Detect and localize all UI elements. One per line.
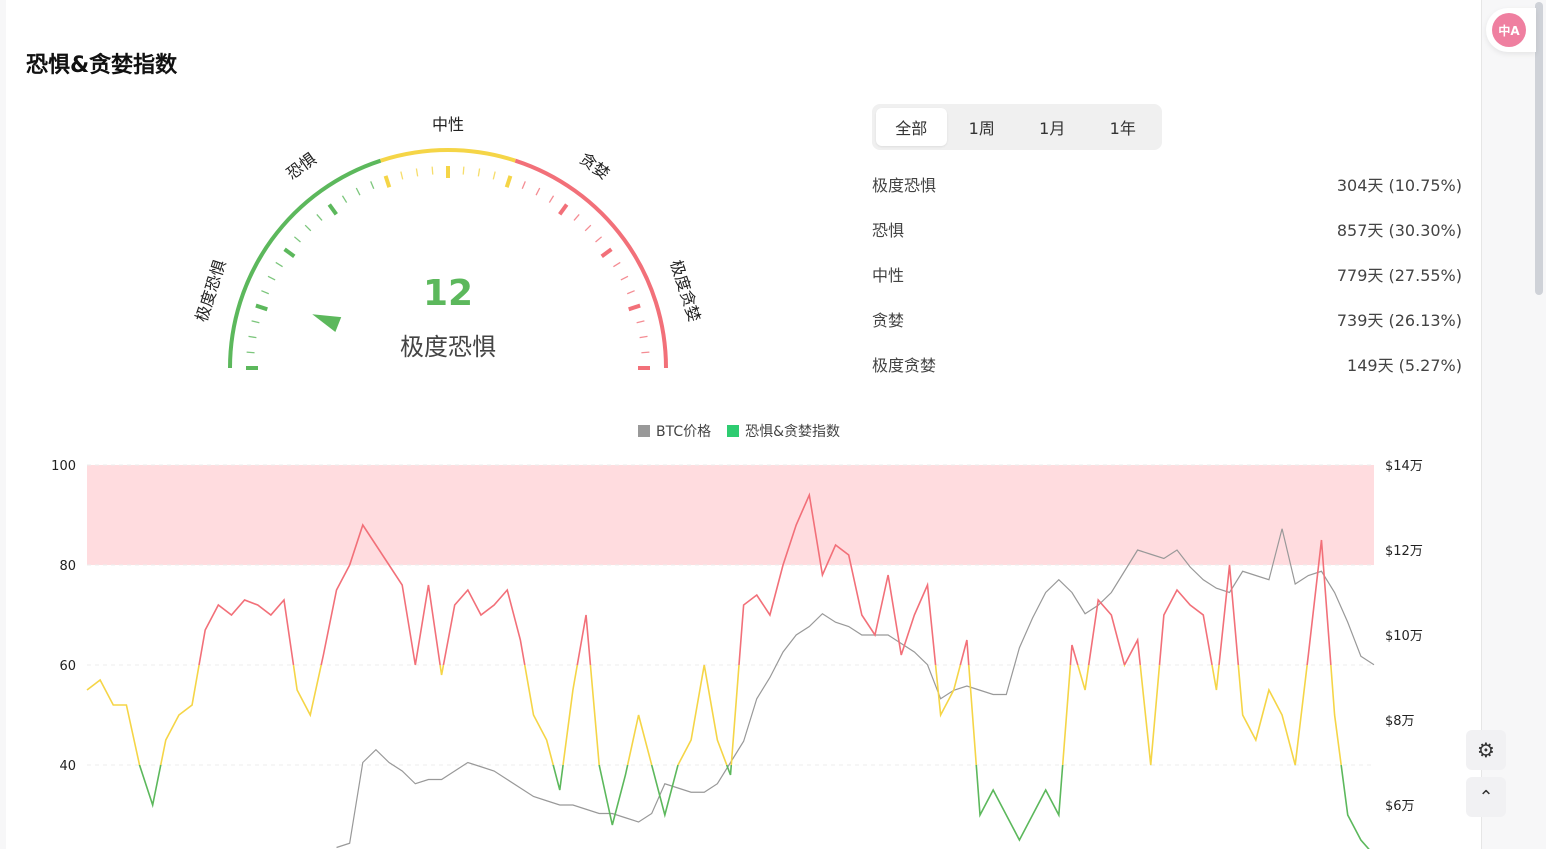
left-tick-label: 40 [59, 759, 76, 774]
translate-icon: 中A [1492, 13, 1526, 47]
right-tick-label: $12万 [1385, 544, 1423, 559]
left-tick-label: 80 [59, 559, 76, 574]
left-tick-label: 100 [51, 459, 76, 474]
alert-badge-icon: ⚙ [1477, 738, 1495, 762]
chevron-up-icon: ⌃ [1478, 786, 1494, 808]
feedback-button[interactable]: ⚙ [1466, 730, 1506, 770]
right-tick-label: $6万 [1385, 799, 1415, 814]
left-tick-label: 60 [59, 659, 76, 674]
right-tick-label: $10万 [1385, 629, 1423, 644]
history-chart: 100 80 60 40 $14万 $12万 $10万 $8万 $6万 [51, 459, 1423, 849]
back-to-top-button[interactable]: ⌃ [1466, 777, 1506, 817]
right-tick-label: $8万 [1385, 714, 1415, 729]
btc-price-line [336, 528, 1375, 849]
translate-button[interactable]: 中A [1486, 8, 1536, 52]
scrollbar[interactable] [1535, 2, 1543, 295]
extreme-greed-band [87, 465, 1374, 565]
right-tick-label: $14万 [1385, 459, 1423, 474]
